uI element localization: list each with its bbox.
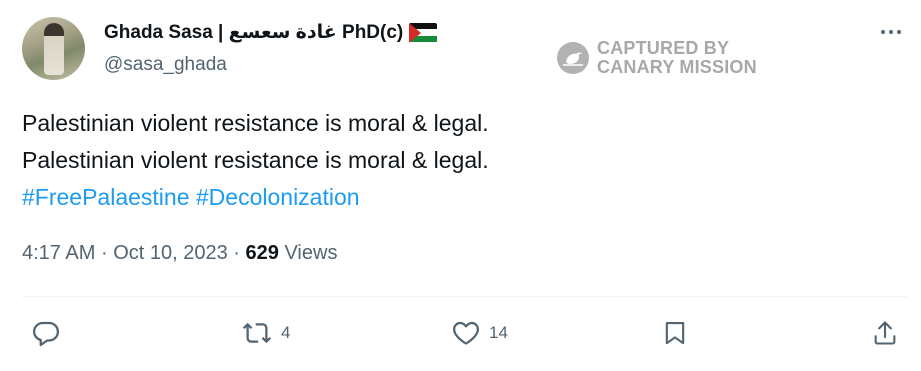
- canary-logo-icon: [557, 42, 589, 74]
- palestine-flag-icon: [409, 22, 438, 43]
- like-count: 14: [489, 323, 508, 342]
- avatar[interactable]: [22, 17, 85, 80]
- author-name-text: Ghada Sasa | غادة سعسع PhD(c): [104, 22, 404, 43]
- tweet-body: Palestinian violent resistance is moral …: [22, 105, 489, 216]
- retweet-button[interactable]: 4: [241, 317, 290, 349]
- author-handle[interactable]: @sasa_ghada: [104, 54, 227, 76]
- hashtag-link[interactable]: #FreePalaestine: [22, 184, 190, 210]
- share-icon: [874, 321, 896, 345]
- tweet-hashtags-line: #FreePalaestine #Decolonization: [22, 179, 489, 216]
- tweet-line: Palestinian violent resistance is moral …: [22, 147, 489, 173]
- views-count: 629: [245, 242, 279, 264]
- retweet-icon: [242, 322, 272, 344]
- share-button[interactable]: [871, 317, 899, 349]
- meta-separator: ·: [100, 242, 108, 264]
- like-button[interactable]: 14: [451, 317, 508, 349]
- meta-separator: ·: [233, 242, 240, 264]
- more-options-icon[interactable]: [876, 20, 906, 44]
- reply-icon: [33, 321, 59, 347]
- retweet-count: 4: [281, 323, 291, 342]
- reply-button[interactable]: [31, 317, 61, 349]
- hashtag-link[interactable]: #Decolonization: [196, 184, 360, 210]
- tweet-line: Palestinian violent resistance is moral …: [22, 110, 489, 136]
- bookmark-button[interactable]: [661, 317, 689, 349]
- tweet-time[interactable]: 4:17 AM: [22, 242, 95, 264]
- canary-mission-watermark: CAPTURED BY CANARY MISSION: [557, 39, 757, 77]
- author-display-name[interactable]: Ghada Sasa | غادة سعسع PhD(c): [104, 21, 438, 44]
- views-label: Views: [284, 242, 338, 264]
- heart-icon: [453, 321, 479, 345]
- divider: [22, 296, 907, 297]
- watermark-line-2: CANARY MISSION: [597, 57, 757, 77]
- tweet-meta: 4:17 AM · Oct 10, 2023 · 629 Views: [22, 242, 337, 265]
- bookmark-icon: [665, 322, 685, 345]
- tweet-date[interactable]: Oct 10, 2023: [113, 242, 228, 264]
- watermark-line-1: CAPTURED BY: [597, 38, 730, 58]
- avatar-figure: [44, 23, 64, 75]
